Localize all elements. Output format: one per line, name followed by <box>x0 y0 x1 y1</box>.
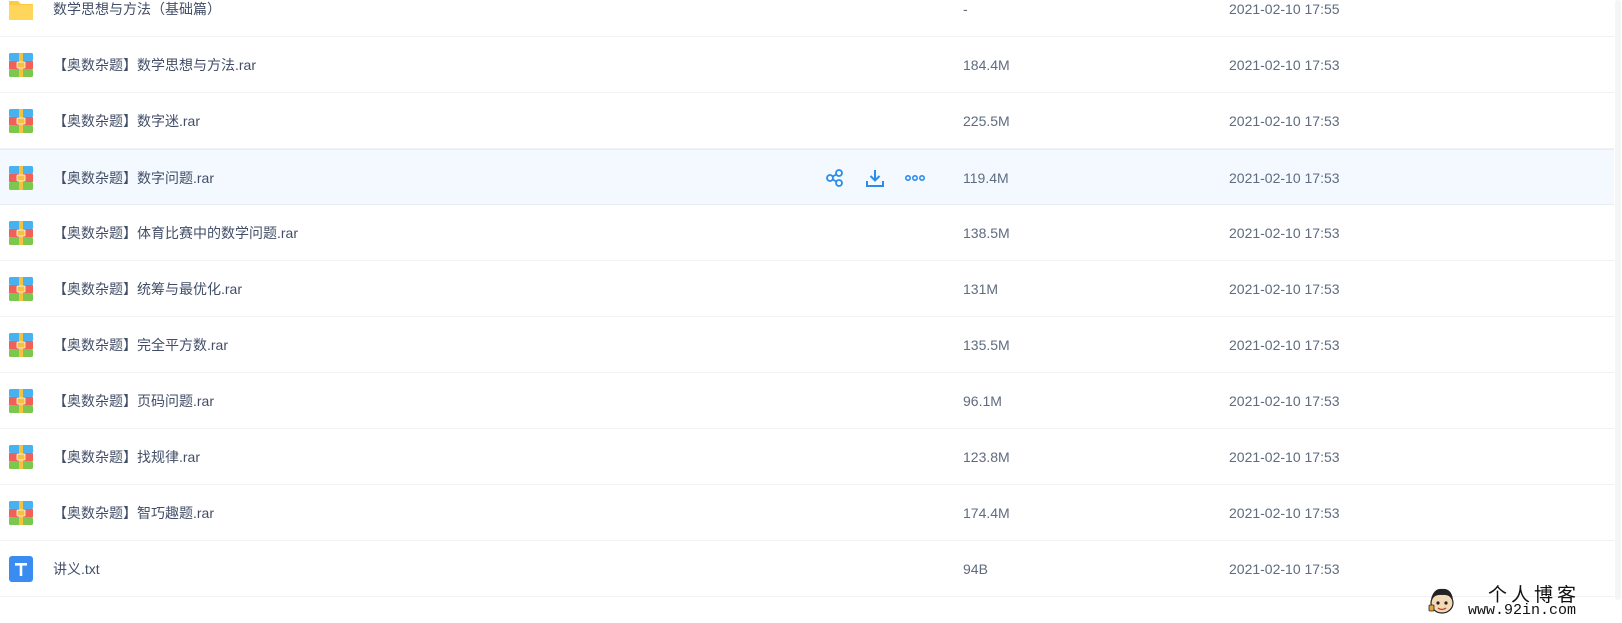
file-date: 2021-02-10 17:53 <box>1229 337 1340 353</box>
file-size: - <box>963 1 968 17</box>
file-row[interactable]: 【奥数杂题】页码问题.rar 96.1M 2021-02-10 17:53 <box>0 373 1614 429</box>
file-size: 174.4M <box>963 505 1010 521</box>
share-button[interactable] <box>822 167 848 189</box>
file-row[interactable]: 【奥数杂题】数学思想与方法.rar 184.4M 2021-02-10 17:5… <box>0 37 1614 93</box>
row-actions <box>822 167 928 189</box>
file-date: 2021-02-10 17:53 <box>1229 281 1340 297</box>
file-name[interactable]: 讲义.txt <box>53 541 100 597</box>
file-list-page: 数学思想与方法（基础篇） - 2021-02-10 17:55 【奥数杂题】数学… <box>0 0 1622 623</box>
file-date: 2021-02-10 17:53 <box>1229 225 1340 241</box>
file-date: 2021-02-10 17:53 <box>1229 113 1340 129</box>
rar-archive-icon <box>9 53 33 77</box>
file-row[interactable]: 【奥数杂题】找规律.rar 123.8M 2021-02-10 17:53 <box>0 429 1614 485</box>
file-size: 131M <box>963 281 999 297</box>
rar-archive-icon <box>9 445 33 469</box>
more-icon <box>904 175 926 182</box>
file-date: 2021-02-10 17:53 <box>1229 393 1340 409</box>
file-name[interactable]: 数学思想与方法（基础篇） <box>53 0 221 37</box>
file-size: 94B <box>963 561 988 577</box>
file-name[interactable]: 【奥数杂题】完全平方数.rar <box>53 317 228 373</box>
file-size: 123.8M <box>963 449 1010 465</box>
cartoon-avatar-icon <box>1428 588 1454 614</box>
file-date: 2021-02-10 17:53 <box>1229 57 1340 73</box>
more-button[interactable] <box>902 167 928 189</box>
file-name[interactable]: 【奥数杂题】数学思想与方法.rar <box>53 37 256 93</box>
file-row-hovered[interactable]: 【奥数杂题】数字问题.rar 119.4M 2021-02-10 17:53 <box>0 149 1614 205</box>
rar-archive-icon <box>9 501 33 525</box>
file-date: 2021-02-10 17:53 <box>1229 170 1340 186</box>
rar-archive-icon <box>9 166 33 190</box>
scrollbar-thumb[interactable] <box>1615 0 1621 600</box>
file-name[interactable]: 【奥数杂题】找规律.rar <box>53 429 200 485</box>
file-row[interactable]: 数学思想与方法（基础篇） - 2021-02-10 17:55 <box>0 0 1614 37</box>
file-date: 2021-02-10 17:53 <box>1229 449 1340 465</box>
file-row[interactable]: 【奥数杂题】统筹与最优化.rar 131M 2021-02-10 17:53 <box>0 261 1614 317</box>
file-row[interactable]: 【奥数杂题】数字迷.rar 225.5M 2021-02-10 17:53 <box>0 93 1614 149</box>
file-name[interactable]: 【奥数杂题】数字问题.rar <box>53 150 214 206</box>
file-size: 225.5M <box>963 113 1010 129</box>
file-date: 2021-02-10 17:53 <box>1229 505 1340 521</box>
scrollbar[interactable] <box>1614 0 1622 623</box>
rar-archive-icon <box>9 389 33 413</box>
rar-archive-icon <box>9 221 33 245</box>
file-size: 184.4M <box>963 57 1010 73</box>
file-size: 96.1M <box>963 393 1002 409</box>
file-date: 2021-02-10 17:53 <box>1229 561 1340 577</box>
rar-archive-icon <box>9 333 33 357</box>
file-row[interactable]: 【奥数杂题】体育比赛中的数学问题.rar 138.5M 2021-02-10 1… <box>0 205 1614 261</box>
file-date: 2021-02-10 17:55 <box>1229 1 1340 17</box>
download-icon <box>866 170 884 187</box>
file-size: 138.5M <box>963 225 1010 241</box>
file-list: 数学思想与方法（基础篇） - 2021-02-10 17:55 【奥数杂题】数学… <box>0 0 1614 597</box>
file-name[interactable]: 【奥数杂题】统筹与最优化.rar <box>53 261 242 317</box>
watermark: 个人博客 www.92in.com <box>1428 580 1618 620</box>
file-row[interactable]: 讲义.txt 94B 2021-02-10 17:53 <box>0 541 1614 597</box>
text-file-icon <box>9 556 33 582</box>
watermark-url: www.92in.com <box>1468 602 1577 619</box>
folder-icon <box>9 1 33 20</box>
file-name[interactable]: 【奥数杂题】页码问题.rar <box>53 373 214 429</box>
download-button[interactable] <box>862 167 888 189</box>
file-size: 135.5M <box>963 337 1010 353</box>
rar-archive-icon <box>9 109 33 133</box>
file-row[interactable]: 【奥数杂题】完全平方数.rar 135.5M 2021-02-10 17:53 <box>0 317 1614 373</box>
file-name[interactable]: 【奥数杂题】体育比赛中的数学问题.rar <box>53 205 298 261</box>
file-row[interactable]: 【奥数杂题】智巧趣题.rar 174.4M 2021-02-10 17:53 <box>0 485 1614 541</box>
rar-archive-icon <box>9 277 33 301</box>
file-name[interactable]: 【奥数杂题】数字迷.rar <box>53 93 200 149</box>
file-size: 119.4M <box>963 170 1009 186</box>
share-icon <box>826 169 843 187</box>
file-name[interactable]: 【奥数杂题】智巧趣题.rar <box>53 485 214 541</box>
